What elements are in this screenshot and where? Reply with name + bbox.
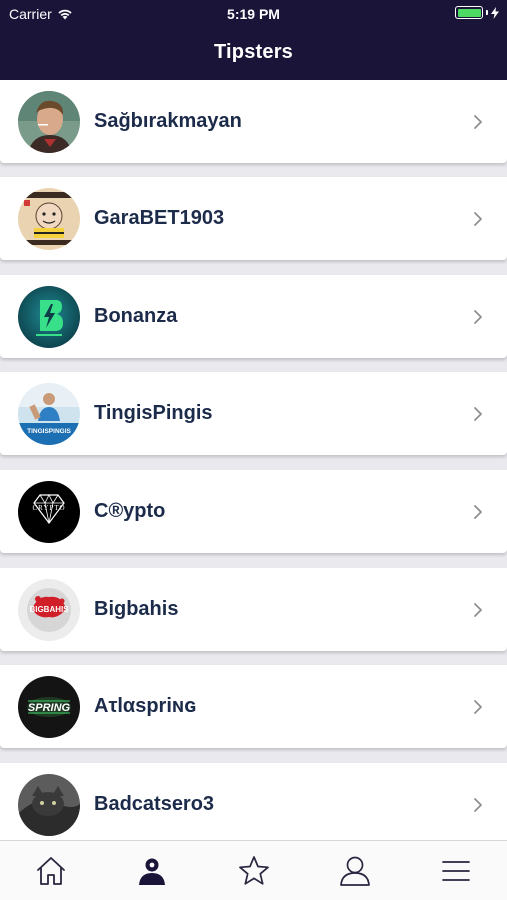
tab-menu[interactable] xyxy=(406,841,507,900)
cartoon-face-icon xyxy=(18,187,80,250)
tipster-row[interactable]: BIGBAHIS Bigbahis xyxy=(0,568,507,651)
tipster-row[interactable]: Badcatsero3 xyxy=(0,763,507,840)
tipster-name: Aτlαspriɴɢ xyxy=(94,695,196,717)
crypto-logo-icon: CRYPTO xyxy=(18,480,80,543)
tipster-row[interactable]: GaraBET1903 xyxy=(0,177,507,260)
battery-icon xyxy=(455,6,483,19)
spring-avatar-text: SPRING xyxy=(28,702,71,714)
tipster-row[interactable]: CRYPTO C®ypto xyxy=(0,470,507,553)
tipster-name: Bigbahis xyxy=(94,598,179,620)
home-icon xyxy=(36,856,65,885)
bigbahis-avatar-text: BIGBAHIS xyxy=(29,605,69,614)
tipster-row[interactable]: SPRING Aτlαspriɴɢ xyxy=(0,665,507,748)
charging-bolt-icon xyxy=(491,6,499,19)
person-outline-icon xyxy=(340,856,370,886)
tipster-name: TingisPingis xyxy=(94,402,213,424)
tab-favorites[interactable] xyxy=(203,841,304,900)
star-icon xyxy=(238,855,269,885)
chevron-right-icon xyxy=(468,697,488,717)
spring-logo-icon: SPRING xyxy=(18,675,80,738)
tab-home[interactable] xyxy=(0,841,101,900)
tipster-name: Badcatsero3 xyxy=(94,793,215,815)
crypto-avatar-text: CRYPTO xyxy=(32,504,65,512)
status-bar: Carrier 5:19 PM xyxy=(0,0,507,28)
menu-icon xyxy=(442,860,471,881)
tingis-avatar-text: TINGISPINGIS xyxy=(27,428,71,435)
chevron-right-icon xyxy=(468,795,488,815)
tipster-row[interactable]: TINGISPINGIS TingisPingis xyxy=(0,372,507,455)
battery-indicator xyxy=(455,6,499,19)
top-header: Carrier 5:19 PM Tipsters xyxy=(0,0,507,80)
chevron-right-icon xyxy=(468,502,488,522)
person-filled-icon xyxy=(139,858,166,885)
tipster-row[interactable]: Bonanza xyxy=(0,275,507,358)
person-photo-icon xyxy=(18,90,80,153)
chevron-right-icon xyxy=(468,209,488,229)
tipster-name: Bonanza xyxy=(94,305,178,327)
chevron-right-icon xyxy=(468,112,488,132)
tipster-row[interactable]: Sağbırakmayan xyxy=(0,80,507,163)
chevron-right-icon xyxy=(468,307,488,327)
bonanza-logo-icon xyxy=(18,285,80,348)
chevron-right-icon xyxy=(468,404,488,424)
page-title: Tipsters xyxy=(213,41,294,63)
tab-profile[interactable] xyxy=(304,841,405,900)
bigbahis-logo-icon: BIGBAHIS xyxy=(18,578,80,641)
chevron-right-icon xyxy=(468,600,488,620)
tipster-name: C®ypto xyxy=(94,500,166,522)
tingispingis-logo-icon: TINGISPINGIS xyxy=(18,382,80,445)
tab-tipsters[interactable] xyxy=(101,841,202,900)
cat-photo-icon xyxy=(18,773,80,836)
tipster-name: GaraBET1903 xyxy=(94,207,225,229)
tab-bar xyxy=(0,840,507,900)
tipster-name: Sağbırakmayan xyxy=(94,110,242,132)
status-time: 5:19 PM xyxy=(227,6,280,22)
tipster-list: Sağbırakmayan GaraBET1903 Bonanza TINGIS… xyxy=(0,80,507,840)
